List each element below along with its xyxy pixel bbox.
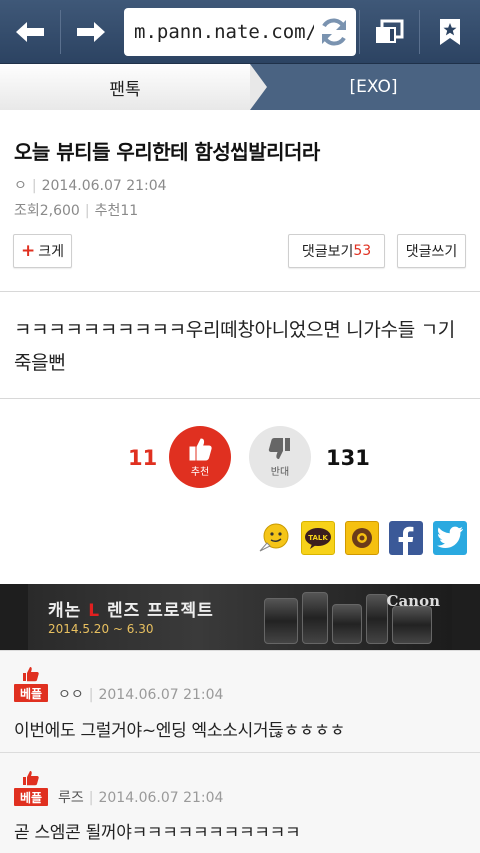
oppose-button[interactable]: 반대 bbox=[249, 426, 311, 488]
banner-date: 2014.5.20 ~ 6.30 bbox=[48, 622, 154, 636]
canon-banner-ad[interactable]: 캐논 L 렌즈 프로젝트 2014.5.20 ~ 6.30 Canon bbox=[0, 584, 480, 650]
recommend-button[interactable]: 추천 bbox=[169, 426, 231, 488]
breadcrumb-board[interactable]: [EXO] bbox=[267, 64, 480, 110]
breadcrumb-arrow bbox=[250, 64, 267, 110]
comment-author: ㅇㅇ bbox=[58, 687, 84, 703]
forward-arrow-icon bbox=[77, 22, 105, 42]
banner-title: 캐논 L 렌즈 프로젝트 bbox=[48, 601, 214, 621]
enlarge-label: 크게 bbox=[38, 244, 64, 260]
article-body: ㅋㅋㅋㅋㅋㅋㅋㅋㅋㅋ우리떼창아니었으면 니가수들 ㄱ기죽을뻔 bbox=[14, 319, 455, 374]
thumbs-down-icon bbox=[268, 438, 290, 459]
twitter-share-button[interactable] bbox=[433, 521, 467, 555]
lens-image bbox=[264, 598, 298, 644]
comment-text: 이번에도 그럴거야~엔딩 엑소소시거듢ㅎㅎㅎㅎ bbox=[14, 721, 345, 741]
facebook-icon bbox=[398, 526, 414, 555]
oppose-label: 반대 bbox=[270, 467, 290, 478]
thumbs-up-icon bbox=[23, 771, 39, 786]
article-author: ㅇ bbox=[14, 178, 27, 194]
view-comments-button[interactable]: 댓글보기 53 bbox=[288, 234, 385, 268]
tabs-icon bbox=[376, 19, 404, 43]
comment-text: 곧 스엠콘 될꺼야ㅋㅋㅋㅋㅋㅋㅋㅋㅋㅋㅋ bbox=[14, 823, 301, 843]
lens-image bbox=[302, 592, 328, 644]
comment-date: 2014.06.07 21:04 bbox=[98, 687, 224, 703]
lens-image bbox=[392, 606, 432, 644]
thumbs-up-icon bbox=[23, 667, 39, 682]
thumbs-up-icon bbox=[189, 438, 212, 461]
canon-logo: Canon bbox=[386, 592, 440, 610]
recommend-count: 11 bbox=[128, 446, 158, 470]
article-stats: 조회2,600 | 추천11 bbox=[14, 203, 139, 219]
plus-icon: + bbox=[20, 241, 36, 261]
bookmark-icon bbox=[440, 19, 460, 45]
article-title: 오늘 뷰티들 우리한테 함성씹발리더라 bbox=[14, 140, 320, 164]
emoticon-share-button[interactable] bbox=[257, 521, 291, 555]
refresh-icon bbox=[322, 18, 346, 46]
oppose-count: 131 bbox=[326, 446, 370, 470]
banner-content: 캐논 L 렌즈 프로젝트 2014.5.20 ~ 6.30 Canon bbox=[28, 584, 452, 650]
comment-author-line: 루즈 | 2014.06.07 21:04 bbox=[58, 790, 224, 806]
divider bbox=[0, 650, 480, 651]
forward-button[interactable] bbox=[61, 0, 121, 64]
facebook-share-button[interactable] bbox=[389, 521, 423, 555]
bookmark-button[interactable] bbox=[420, 0, 480, 64]
enlarge-text-button[interactable]: + 크게 bbox=[13, 234, 72, 268]
browser-toolbar: m.pann.nate.com/t bbox=[0, 0, 480, 64]
divider bbox=[0, 398, 480, 399]
twitter-icon bbox=[437, 526, 463, 548]
lens-image bbox=[332, 604, 362, 644]
kakaotalk-share-button[interactable]: TALK bbox=[301, 521, 335, 555]
comment-author: 루즈 bbox=[58, 790, 84, 806]
kakaotalk-icon: TALK bbox=[305, 528, 331, 549]
divider bbox=[0, 752, 480, 753]
emoticon-icon bbox=[259, 523, 289, 552]
recommend-label: 추천 bbox=[190, 467, 210, 478]
kakaotalk-label: TALK bbox=[308, 534, 328, 542]
back-button[interactable] bbox=[0, 0, 60, 64]
url-text[interactable]: m.pann.nate.com/t bbox=[134, 21, 314, 43]
article-author-date: ㅇ | 2014.06.07 21:04 bbox=[14, 178, 167, 194]
divider bbox=[0, 291, 480, 292]
comment-author-line: ㅇㅇ | 2014.06.07 21:04 bbox=[58, 687, 224, 703]
write-comment-label: 댓글쓰기 bbox=[405, 244, 458, 260]
comment-count: 53 bbox=[353, 243, 372, 259]
kakaostory-share-button[interactable] bbox=[345, 521, 379, 555]
comment-date: 2014.06.07 21:04 bbox=[98, 790, 224, 806]
tabs-button[interactable] bbox=[360, 0, 418, 64]
back-arrow-icon bbox=[16, 22, 44, 42]
kakaostory-icon bbox=[352, 528, 372, 548]
url-bar[interactable]: m.pann.nate.com/t bbox=[124, 8, 356, 56]
best-comment-badge: 베플 bbox=[14, 788, 48, 806]
article-views: 조회2,600 bbox=[14, 203, 80, 219]
refresh-button[interactable] bbox=[316, 14, 352, 54]
breadcrumb-section[interactable]: 팬톡 bbox=[0, 64, 250, 110]
article-recommend-count: 추천11 bbox=[94, 203, 139, 219]
best-comment-badge: 베플 bbox=[14, 684, 48, 702]
best-comments: 베플 ㅇㅇ | 2014.06.07 21:04 이번에도 그럴거야~엔딩 엑소소시… bbox=[0, 650, 480, 853]
lens-image bbox=[366, 594, 388, 644]
article-date: 2014.06.07 21:04 bbox=[41, 178, 167, 194]
breadcrumb: 팬톡 [EXO] bbox=[0, 64, 480, 110]
view-comments-label: 댓글보기 bbox=[301, 244, 354, 260]
write-comment-button[interactable]: 댓글쓰기 bbox=[397, 234, 466, 268]
